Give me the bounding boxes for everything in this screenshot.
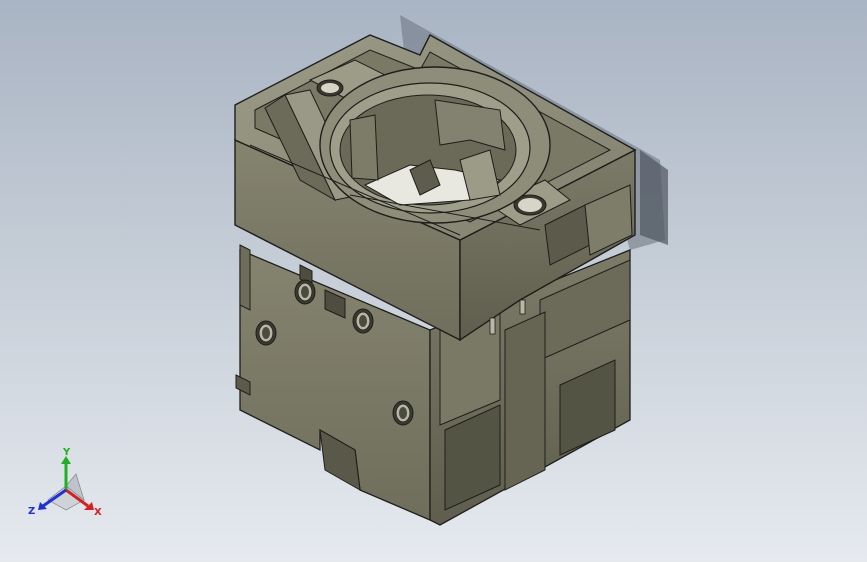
contact-pin-2 — [519, 299, 526, 315]
graphics-viewport[interactable]: Y X Z — [0, 0, 867, 562]
x-axis-label: X — [94, 507, 102, 518]
screw-hole-3 — [255, 320, 277, 346]
screw-hole-1 — [294, 279, 316, 305]
part-model[interactable] — [0, 0, 867, 562]
actuator-socket — [319, 66, 551, 224]
y-axis-label: Y — [62, 448, 71, 458]
screw-hole-4 — [392, 400, 414, 426]
z-axis-label: Z — [28, 506, 35, 517]
screw-hole-2 — [352, 308, 374, 334]
contact-pin-1 — [489, 317, 496, 335]
center-divider — [504, 311, 546, 491]
left-flange — [239, 244, 251, 311]
axis-triad[interactable]: Y X Z — [26, 448, 106, 522]
model-shadow-side — [640, 150, 668, 245]
